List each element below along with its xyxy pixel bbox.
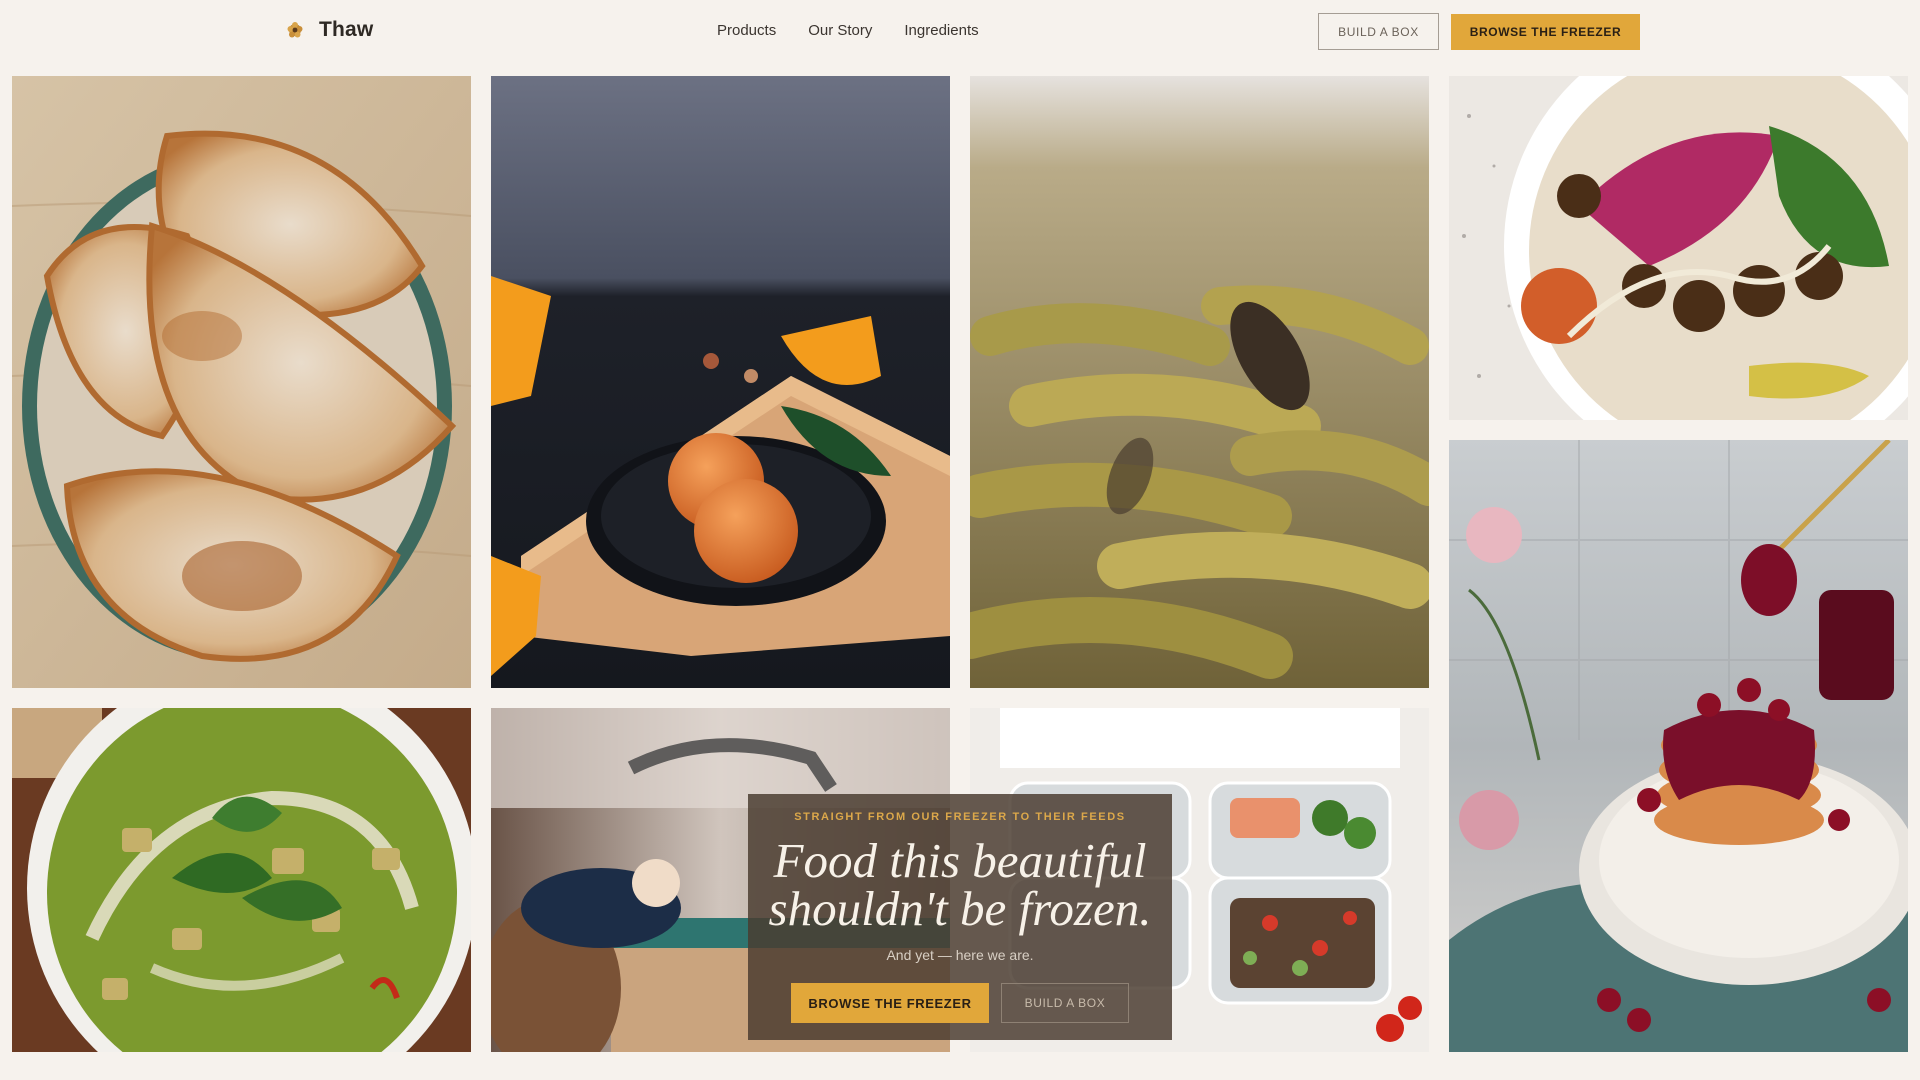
main-nav: Products Our Story Ingredients [717, 22, 979, 39]
photo-pasta [970, 76, 1429, 688]
hero-card: STRAIGHT FROM OUR FREEZER TO THEIR FEEDS… [748, 794, 1172, 1040]
hero-build-a-box-button[interactable]: BUILD A BOX [1001, 983, 1129, 1023]
nav-products[interactable]: Products [717, 22, 776, 39]
hero-eyebrow: STRAIGHT FROM OUR FREEZER TO THEIR FEEDS [794, 811, 1126, 823]
photo-empanadas [12, 76, 471, 688]
build-a-box-button[interactable]: BUILD A BOX [1318, 13, 1439, 50]
hero-title-line-1: Food this beautiful [773, 833, 1147, 888]
nav-ingredients[interactable]: Ingredients [904, 22, 978, 39]
site-header: Thaw Products Our Story Ingredients BUIL… [0, 0, 1920, 64]
photo-cherry-pancakes [1449, 440, 1908, 1052]
hero-title: Food this beautiful shouldn't be frozen. [748, 836, 1172, 936]
nav-our-story[interactable]: Our Story [808, 22, 872, 39]
brand-logo[interactable]: Thaw [285, 18, 373, 42]
photo-carrot-croquettes [491, 76, 950, 688]
flower-icon [287, 22, 303, 38]
hero-browse-freezer-button[interactable]: BROWSE THE FREEZER [791, 983, 989, 1023]
photo-green-curry [12, 708, 471, 1052]
hero-title-line-2: shouldn't be frozen. [768, 881, 1152, 936]
brand-name: Thaw [319, 18, 374, 41]
photo-falafel-bowl [1449, 76, 1908, 420]
browse-freezer-button[interactable]: BROWSE THE FREEZER [1451, 14, 1640, 50]
hero-subtitle: And yet — here we are. [886, 947, 1034, 963]
